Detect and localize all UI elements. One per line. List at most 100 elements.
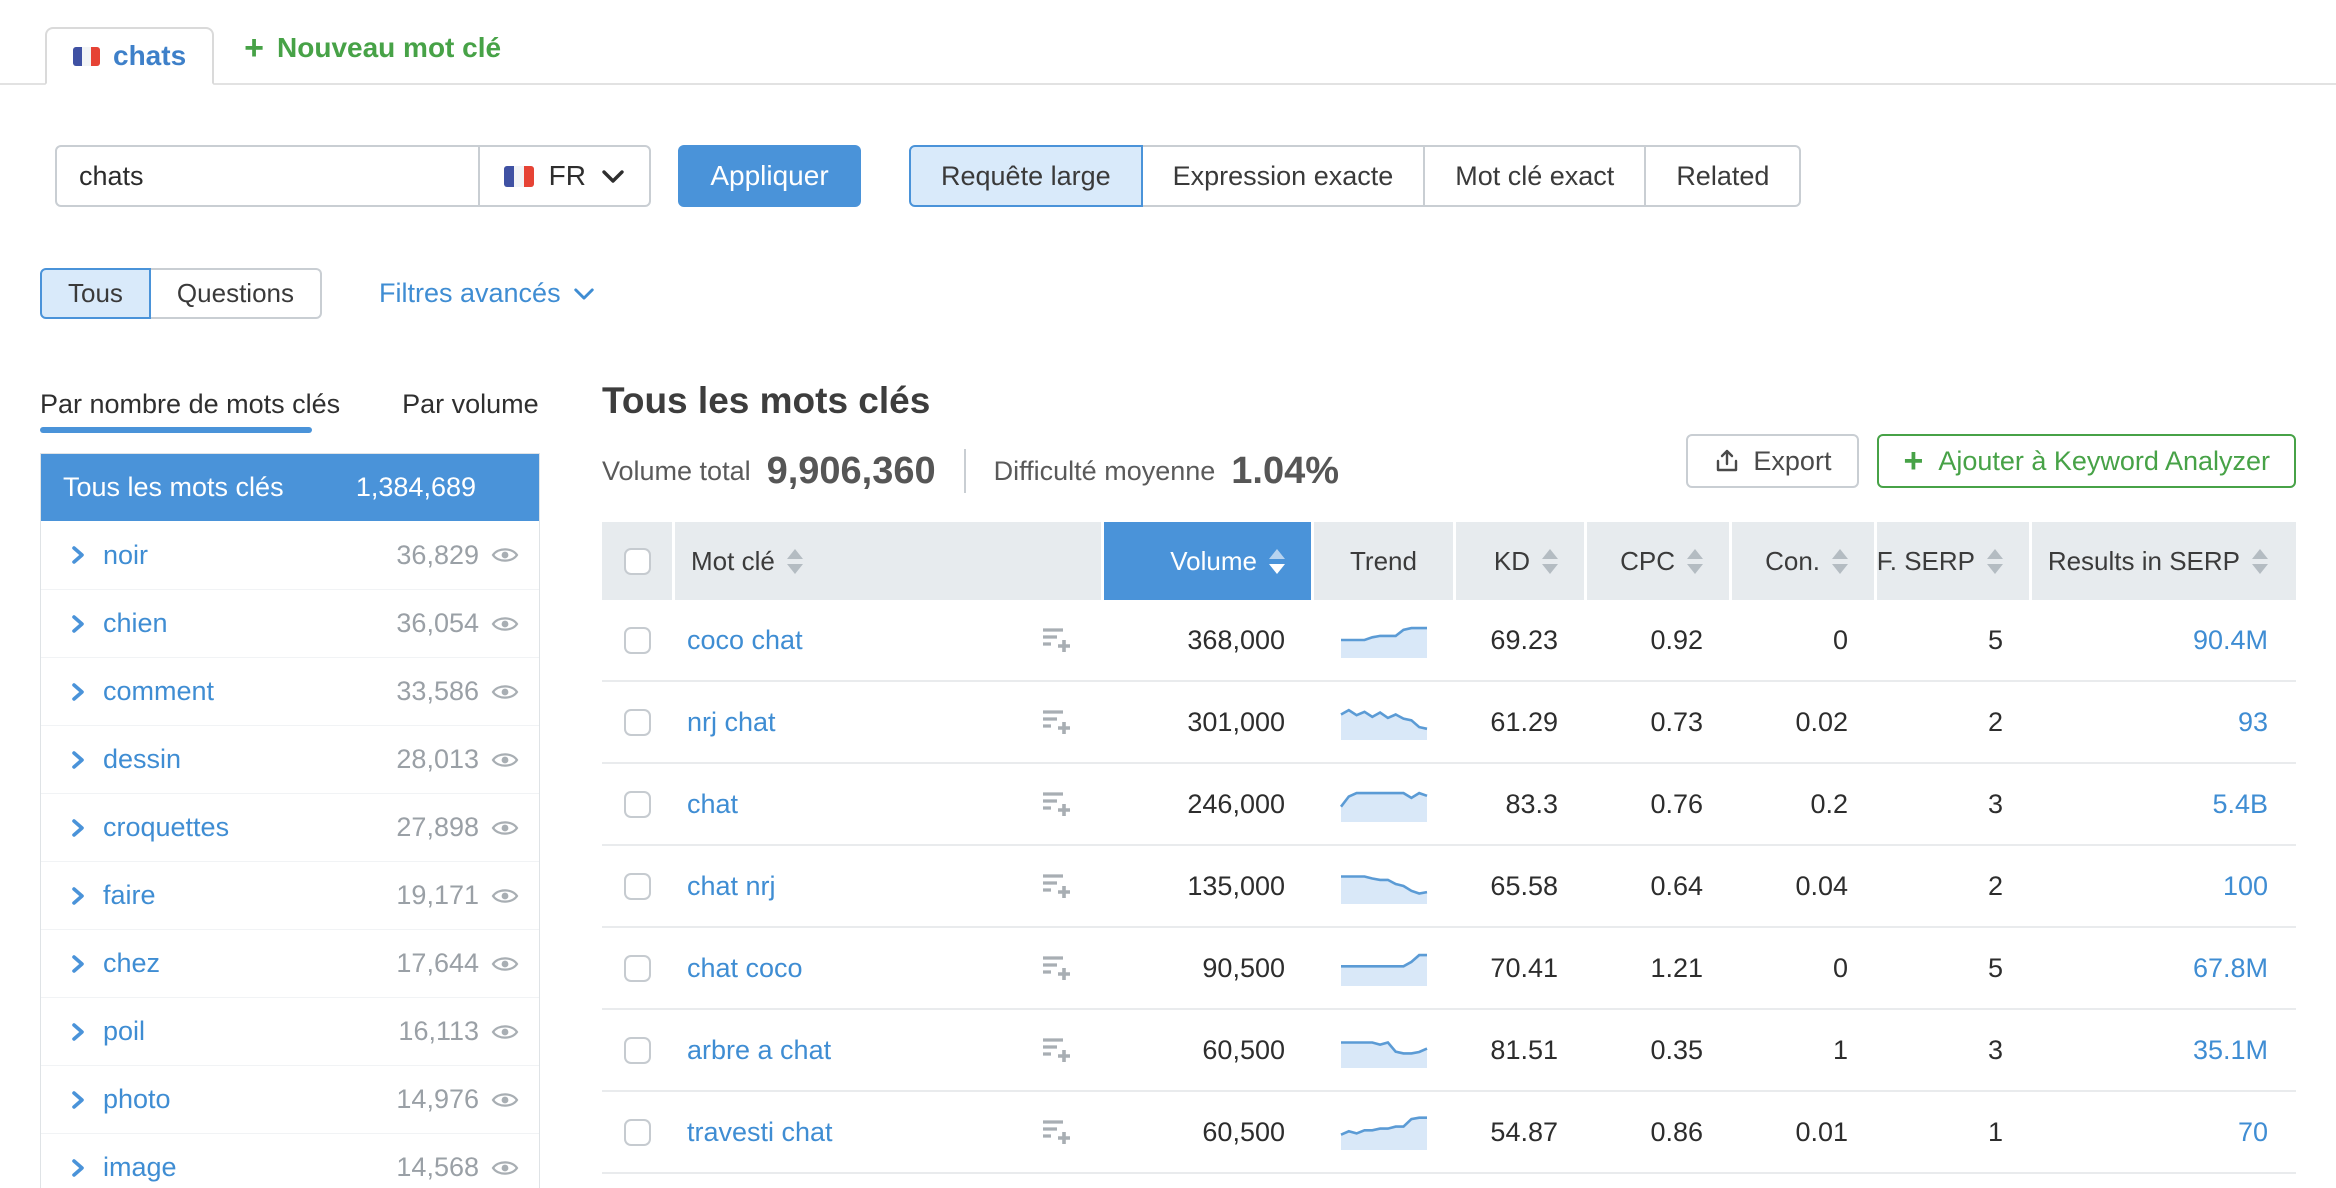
eye-icon[interactable] xyxy=(491,1159,519,1177)
keyword-group-item[interactable]: comment33,586 xyxy=(41,657,539,725)
all-keywords-count: 1,384,689 xyxy=(356,472,476,503)
column-header-checkbox[interactable] xyxy=(602,522,672,600)
add-to-keyword-analyzer-button[interactable]: + Ajouter à Keyword Analyzer xyxy=(1877,434,2296,488)
match-type-requete-large[interactable]: Requête large xyxy=(909,145,1143,207)
chevron-right-icon xyxy=(71,614,85,634)
eye-icon[interactable] xyxy=(491,955,519,973)
eye-icon[interactable] xyxy=(491,546,519,564)
tab-chats[interactable]: chats xyxy=(45,27,214,85)
kd-value: 70.41 xyxy=(1456,928,1584,1008)
column-header-cpc[interactable]: CPC xyxy=(1587,522,1729,600)
country-select[interactable]: FR xyxy=(478,147,649,205)
eye-icon[interactable] xyxy=(491,683,519,701)
cpc-value: 0.86 xyxy=(1587,1092,1729,1172)
export-button[interactable]: Export xyxy=(1686,434,1859,488)
keyword-group-item[interactable]: photo14,976 xyxy=(41,1065,539,1133)
row-checkbox[interactable] xyxy=(624,873,651,900)
results-in-serp-link[interactable]: 67.8M xyxy=(2193,953,2268,984)
column-header-results[interactable]: Results in SERP xyxy=(2032,522,2296,600)
row-checkbox[interactable] xyxy=(624,955,651,982)
keyword-group-item[interactable]: croquettes27,898 xyxy=(41,793,539,861)
keyword-link[interactable]: chat nrj xyxy=(687,871,776,902)
cpc-value: 0.64 xyxy=(1587,846,1729,926)
keyword-group-item[interactable]: dessin28,013 xyxy=(41,725,539,793)
add-to-list-button[interactable] xyxy=(1041,954,1071,982)
results-in-serp-link[interactable]: 35.1M xyxy=(2193,1035,2268,1066)
sort-icon xyxy=(2252,549,2268,574)
sort-icon xyxy=(1687,549,1703,574)
table-row: travesti chat60,50054.870.860.01170 xyxy=(602,1092,2296,1174)
tab-by-keyword-count[interactable]: Par nombre de mots clés xyxy=(40,389,340,420)
keyword-group-item[interactable]: chien36,054 xyxy=(41,589,539,657)
export-label: Export xyxy=(1753,446,1831,477)
results-in-serp-link[interactable]: 90.4M xyxy=(2193,625,2268,656)
active-tab-underline xyxy=(40,427,312,433)
keyword-link[interactable]: chat xyxy=(687,789,738,820)
row-checkbox[interactable] xyxy=(624,1119,651,1146)
keyword-link[interactable]: coco chat xyxy=(687,625,803,656)
add-to-list-button[interactable] xyxy=(1041,708,1071,736)
scope-tous[interactable]: Tous xyxy=(40,268,151,319)
column-header-keyword[interactable]: Mot clé xyxy=(675,522,1101,600)
add-to-list-button[interactable] xyxy=(1041,1118,1071,1146)
column-label: Con. xyxy=(1765,546,1820,577)
keyword-group-item[interactable]: noir36,829 xyxy=(41,521,539,589)
match-type-mot-cle-exact[interactable]: Mot clé exact xyxy=(1425,145,1646,207)
keyword-group-item[interactable]: faire19,171 xyxy=(41,861,539,929)
keyword-group-item[interactable]: image14,568 xyxy=(41,1133,539,1188)
scope-questions[interactable]: Questions xyxy=(151,268,322,319)
results-in-serp-link[interactable]: 5.4B xyxy=(2212,789,2268,820)
add-to-list-icon xyxy=(1041,708,1071,736)
new-keyword-tab-button[interactable]: + Nouveau mot clé xyxy=(244,31,501,65)
fserp-value: 1 xyxy=(1877,1092,2029,1172)
column-header-fserp[interactable]: F. SERP xyxy=(1877,522,2029,600)
advanced-filters-toggle[interactable]: Filtres avancés xyxy=(379,278,595,309)
eye-icon[interactable] xyxy=(491,751,519,769)
row-checkbox[interactable] xyxy=(624,627,651,654)
select-all-checkbox[interactable] xyxy=(624,548,651,575)
add-to-list-button[interactable] xyxy=(1041,790,1071,818)
plus-icon: + xyxy=(1903,444,1923,478)
keyword-group-label: chien xyxy=(103,608,168,639)
match-type-related[interactable]: Related xyxy=(1646,145,1801,207)
row-checkbox[interactable] xyxy=(624,791,651,818)
table-row: chat nrj135,00065.580.640.042100 xyxy=(602,846,2296,928)
keyword-input[interactable] xyxy=(57,147,478,205)
apply-button[interactable]: Appliquer xyxy=(678,145,861,207)
add-to-list-icon xyxy=(1041,1118,1071,1146)
row-checkbox[interactable] xyxy=(624,709,651,736)
column-header-volume[interactable]: Volume xyxy=(1104,522,1311,600)
keyword-group-item[interactable]: chez17,644 xyxy=(41,929,539,997)
avg-difficulty-label: Difficulté moyenne xyxy=(994,456,1216,487)
kd-value: 61.29 xyxy=(1456,682,1584,762)
keyword-group-count: 27,898 xyxy=(396,812,479,843)
keyword-link[interactable]: travesti chat xyxy=(687,1117,833,1148)
column-header-kd[interactable]: KD xyxy=(1456,522,1584,600)
column-header-con[interactable]: Con. xyxy=(1732,522,1874,600)
results-in-serp-link[interactable]: 100 xyxy=(2223,871,2268,902)
eye-icon[interactable] xyxy=(491,819,519,837)
sort-icon xyxy=(1269,549,1285,574)
keyword-link[interactable]: arbre a chat xyxy=(687,1035,831,1066)
table-row: chat246,00083.30.760.235.4B xyxy=(602,764,2296,846)
cpc-value: 1.21 xyxy=(1587,928,1729,1008)
sidebar-tabs: Par nombre de mots clés Par volume xyxy=(40,375,540,433)
keyword-group-item[interactable]: poil16,113 xyxy=(41,997,539,1065)
all-keywords-group-row[interactable]: Tous les mots clés 1,384,689 xyxy=(41,454,539,521)
column-label: Volume xyxy=(1170,546,1257,577)
add-to-list-button[interactable] xyxy=(1041,872,1071,900)
keyword-link[interactable]: nrj chat xyxy=(687,707,776,738)
results-in-serp-link[interactable]: 93 xyxy=(2238,707,2268,738)
eye-icon[interactable] xyxy=(491,1091,519,1109)
eye-icon[interactable] xyxy=(491,615,519,633)
eye-icon[interactable] xyxy=(491,1023,519,1041)
tab-by-volume[interactable]: Par volume xyxy=(402,389,539,420)
add-to-list-icon xyxy=(1041,872,1071,900)
add-to-list-button[interactable] xyxy=(1041,626,1071,654)
add-to-list-button[interactable] xyxy=(1041,1036,1071,1064)
row-checkbox[interactable] xyxy=(624,1037,651,1064)
match-type-expression-exacte[interactable]: Expression exacte xyxy=(1143,145,1426,207)
keyword-link[interactable]: chat coco xyxy=(687,953,803,984)
eye-icon[interactable] xyxy=(491,887,519,905)
results-in-serp-link[interactable]: 70 xyxy=(2238,1117,2268,1148)
